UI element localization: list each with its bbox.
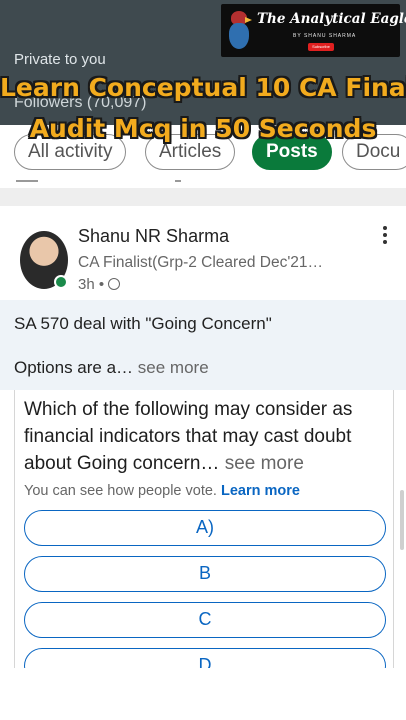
post-text-line1: SA 570 deal with "Going Concern" (14, 314, 272, 333)
post-author[interactable]: Shanu NR Sharma (78, 226, 229, 247)
post-text: SA 570 deal with "Going Concern" Options… (0, 300, 406, 390)
bottom-area (0, 668, 406, 720)
feed-separator (0, 188, 406, 206)
post-text-line2-content: Options are a… (14, 358, 134, 377)
post-meta: 3h • (78, 276, 121, 293)
post-text-line2: Options are a… see more (14, 358, 209, 378)
subscribe-badge: Subscribe (308, 43, 334, 51)
feed-post: Shanu NR Sharma CA Finalist(Grp-2 Cleare… (0, 206, 406, 720)
visibility-label: Private to you (14, 51, 106, 68)
previous-post-edge (0, 178, 406, 188)
online-status-icon (54, 275, 68, 289)
poll-option-c[interactable]: C (24, 602, 386, 638)
logo-title: The Analytical Eagle (257, 11, 406, 27)
post-time: 3h • (78, 276, 105, 293)
logo-byline: BY SHANU SHARMA (293, 33, 357, 39)
poll-question: Which of the following may consider as f… (24, 396, 393, 477)
overlay-title-line2: Audit Mcq in 50 Seconds (29, 114, 377, 143)
channel-logo: The Analytical Eagle BY SHANU SHARMA Sub… (221, 4, 406, 57)
learn-more-link[interactable]: Learn more (221, 483, 300, 499)
poll-option-a[interactable]: A) (24, 510, 386, 546)
poll-option-b[interactable]: B (24, 556, 386, 592)
eagle-icon (227, 9, 253, 51)
poll-see-more-link[interactable]: see more (225, 453, 304, 474)
author-headline: CA Finalist(Grp-2 Cleared Dec'21… (78, 254, 324, 271)
poll-hint: You can see how people vote. Learn more (24, 483, 300, 499)
more-options-icon[interactable] (379, 226, 391, 248)
globe-icon (108, 278, 121, 290)
overlay-title-line1: Learn Conceptual 10 CA Final (0, 73, 406, 102)
poll-hint-text: You can see how people vote. (24, 483, 217, 499)
see-more-link[interactable]: see more (138, 358, 209, 377)
scrollbar[interactable] (400, 490, 404, 550)
